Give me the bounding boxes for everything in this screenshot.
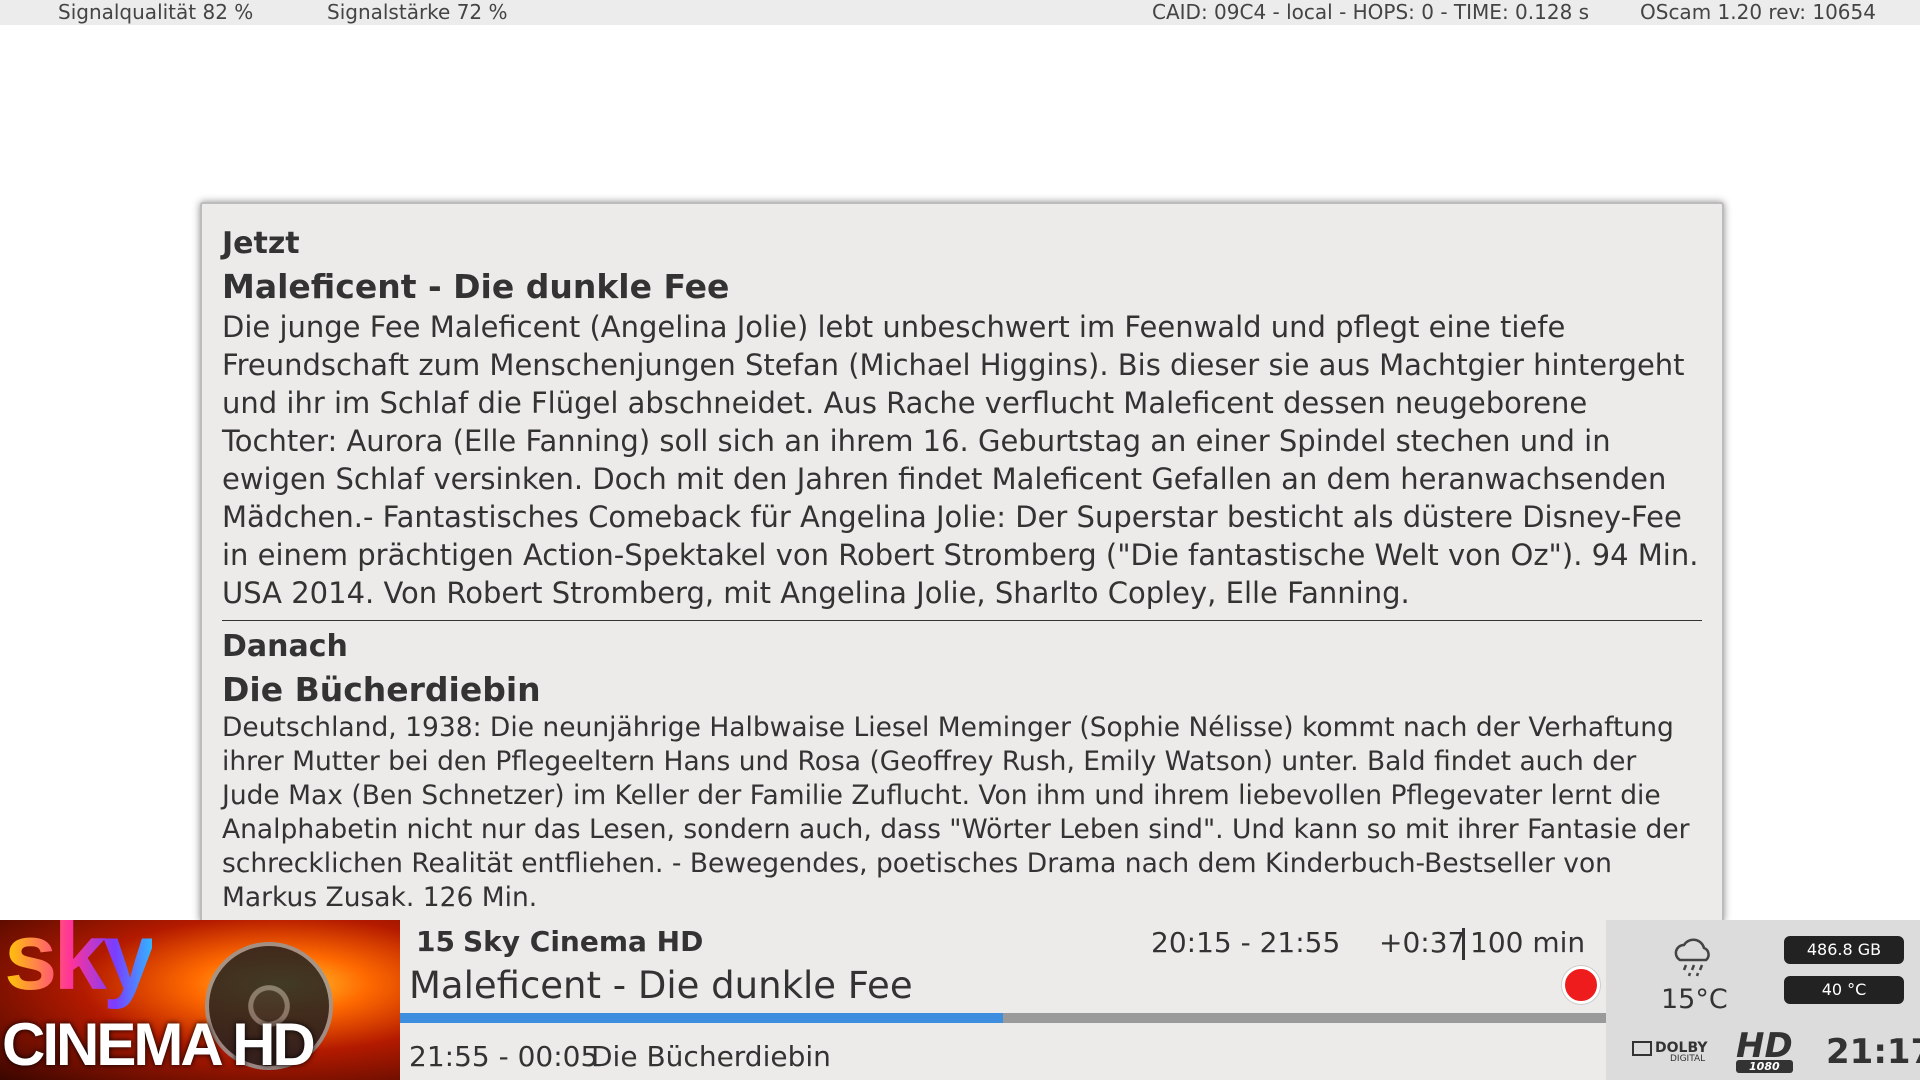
status-bar: Signalqualität 82 % Signalstärke 72 % CA…: [0, 0, 1920, 25]
now-description: Die junge Fee Maleficent (Angelina Jolie…: [222, 310, 1699, 610]
rain-cloud-icon: [1674, 938, 1710, 977]
channel-name: Sky Cinema HD: [463, 925, 704, 958]
hd-1080-icon: HD 1080: [1736, 1029, 1793, 1073]
next-title: Die Bücherdiebin: [222, 670, 541, 709]
infobar: sky CINEMA HD 15 Sky Cinema HD 20:15 - 2…: [0, 920, 1920, 1080]
duration: 100 min: [1470, 926, 1586, 959]
dolby-digital-icon: DOLBY DIGITAL: [1632, 1040, 1708, 1064]
next-heading: Danach: [222, 629, 348, 664]
next-time: 21:55 - 00:05: [409, 1040, 599, 1073]
record-indicator-icon: [1562, 966, 1600, 1004]
oscam-version: OScam 1.20 rev: 10654: [1640, 0, 1876, 24]
infobar-next-title: Die Bücherdiebin: [591, 1040, 831, 1073]
infobar-now-title: Maleficent - Die dunkle Fee: [409, 964, 913, 1007]
disk-free-badge: 486.8 GB: [1784, 936, 1904, 964]
separator: [1462, 928, 1465, 960]
epg-info-panel[interactable]: Jetzt Maleficent - Die dunkle Fee Die ju…: [200, 202, 1724, 922]
dolby-sub: DIGITAL: [1670, 1054, 1706, 1064]
elapsed-time: +0:37: [1379, 926, 1466, 959]
caid-info: CAID: 09C4 - local - HOPS: 0 - TIME: 0.1…: [1152, 0, 1590, 24]
channel-number: 15: [416, 925, 455, 958]
status-panel: 15°C 486.8 GB 40 °C DOLBY DIGITAL HD 108…: [1606, 920, 1920, 1080]
now-title: Maleficent - Die dunkle Fee: [222, 267, 730, 306]
cpu-temp-badge: 40 °C: [1784, 976, 1904, 1004]
channel-logo: sky CINEMA HD: [0, 920, 400, 1080]
clock: 21:17: [1826, 1032, 1920, 1072]
progress-bar: [400, 1013, 1606, 1023]
next-description: Deutschland, 1938: Die neunjährige Halbw…: [222, 712, 1690, 913]
now-heading: Jetzt: [222, 226, 300, 261]
signal-quality: Signalqualität 82 %: [58, 0, 254, 24]
logo-cinema-text: CINEMA HD: [2, 1011, 316, 1078]
now-time: 20:15 - 21:55: [1151, 926, 1341, 959]
divider: [222, 620, 1702, 621]
temperature: 15°C: [1661, 984, 1728, 1015]
signal-strength: Signalstärke 72 %: [327, 0, 508, 24]
logo-sky-text: sky: [4, 920, 156, 1012]
progress-fill: [400, 1013, 1003, 1023]
